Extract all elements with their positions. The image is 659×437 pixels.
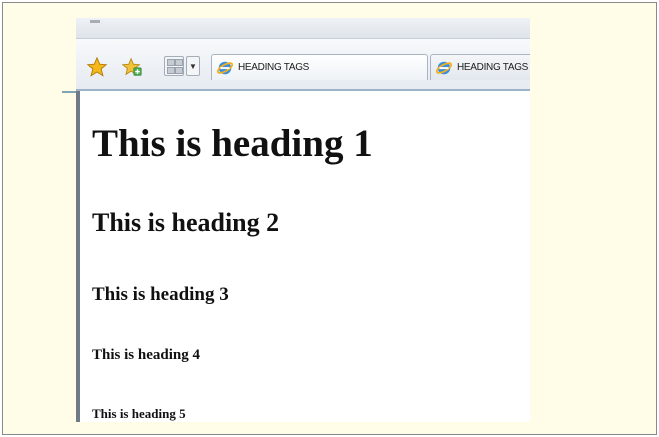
heading-1: This is heading 1 — [92, 122, 373, 165]
tab-label: HEADING TAGS — [238, 62, 310, 73]
tab-list-dropdown-button[interactable]: ▼ — [186, 56, 200, 76]
quick-tabs-icon-cell — [175, 67, 183, 74]
heading-2: This is heading 2 — [92, 208, 280, 237]
quick-tabs-icon-cell — [175, 59, 183, 66]
browser-toolbar: ▼ HEADING TAGS HEADING TAGS — [76, 39, 530, 91]
page-content: This is heading 1 This is heading 2 This… — [76, 91, 530, 422]
quick-tabs-icon-cell — [167, 67, 175, 74]
title-strip — [76, 18, 530, 39]
tab-heading-tags-active[interactable]: HEADING TAGS — [211, 54, 428, 80]
browser-window: ▼ HEADING TAGS HEADING TAGS This is head… — [76, 18, 530, 422]
tab-label: HEADING TAGS — [457, 62, 529, 73]
tab-heading-tags[interactable]: HEADING TAGS — [430, 54, 530, 80]
favorites-star-icon[interactable] — [86, 56, 108, 78]
heading-5: This is heading 5 — [92, 406, 186, 421]
ie-page-icon — [435, 61, 453, 74]
quick-tabs-button[interactable] — [164, 56, 184, 76]
tab-list-dropdown-icon: ▼ — [189, 62, 197, 71]
quick-tabs-icon — [167, 59, 175, 66]
heading-4: This is heading 4 — [92, 347, 200, 363]
add-favorites-icon[interactable] — [121, 56, 143, 78]
heading-3: This is heading 3 — [92, 284, 229, 305]
window-grip — [90, 20, 100, 23]
ie-page-icon — [216, 61, 234, 74]
